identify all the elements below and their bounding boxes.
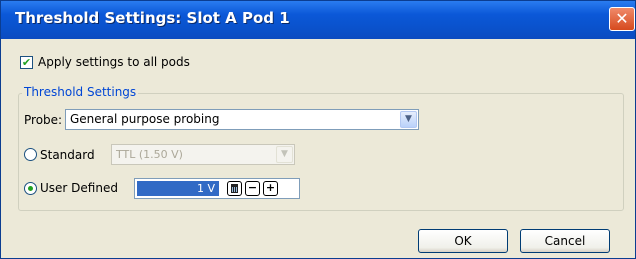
- user-defined-value[interactable]: 1 V: [137, 181, 219, 196]
- user-defined-label[interactable]: User Defined: [40, 181, 118, 195]
- probe-value: General purpose probing: [70, 112, 220, 126]
- checkmark-icon: ✔: [21, 56, 32, 69]
- standard-label[interactable]: Standard: [40, 148, 95, 162]
- decrement-button[interactable]: −: [245, 181, 260, 196]
- cancel-button[interactable]: Cancel: [520, 229, 610, 253]
- radio-selected-dot: [28, 186, 33, 191]
- standard-value: TTL (1.50 V): [116, 148, 183, 161]
- calculator-icon: [231, 184, 238, 193]
- calculator-button[interactable]: [227, 181, 242, 196]
- minus-icon: −: [247, 181, 258, 194]
- dialog-title: Threshold Settings: Slot A Pod 1: [15, 9, 290, 27]
- increment-button[interactable]: +: [263, 181, 278, 196]
- chevron-down-icon[interactable]: ▼: [400, 111, 417, 128]
- user-defined-input[interactable]: 1 V − +: [134, 178, 300, 199]
- ok-button[interactable]: OK: [418, 229, 508, 253]
- close-button[interactable]: ✕: [609, 7, 635, 31]
- user-defined-radio[interactable]: [24, 182, 37, 195]
- chevron-down-icon: ▼: [276, 146, 293, 163]
- standard-dropdown: TTL (1.50 V) ▼: [111, 144, 295, 165]
- standard-radio[interactable]: [24, 148, 37, 161]
- probe-label: Probe:: [24, 113, 63, 127]
- probe-dropdown[interactable]: General purpose probing ▼: [65, 109, 419, 130]
- plus-icon: +: [265, 181, 276, 194]
- close-icon: ✕: [615, 9, 629, 28]
- apply-all-label[interactable]: Apply settings to all pods: [38, 55, 190, 69]
- group-title: Threshold Settings: [22, 85, 139, 99]
- title-bar[interactable]: Threshold Settings: Slot A Pod 1 ✕: [1, 1, 635, 39]
- apply-all-checkbox[interactable]: ✔: [20, 56, 33, 69]
